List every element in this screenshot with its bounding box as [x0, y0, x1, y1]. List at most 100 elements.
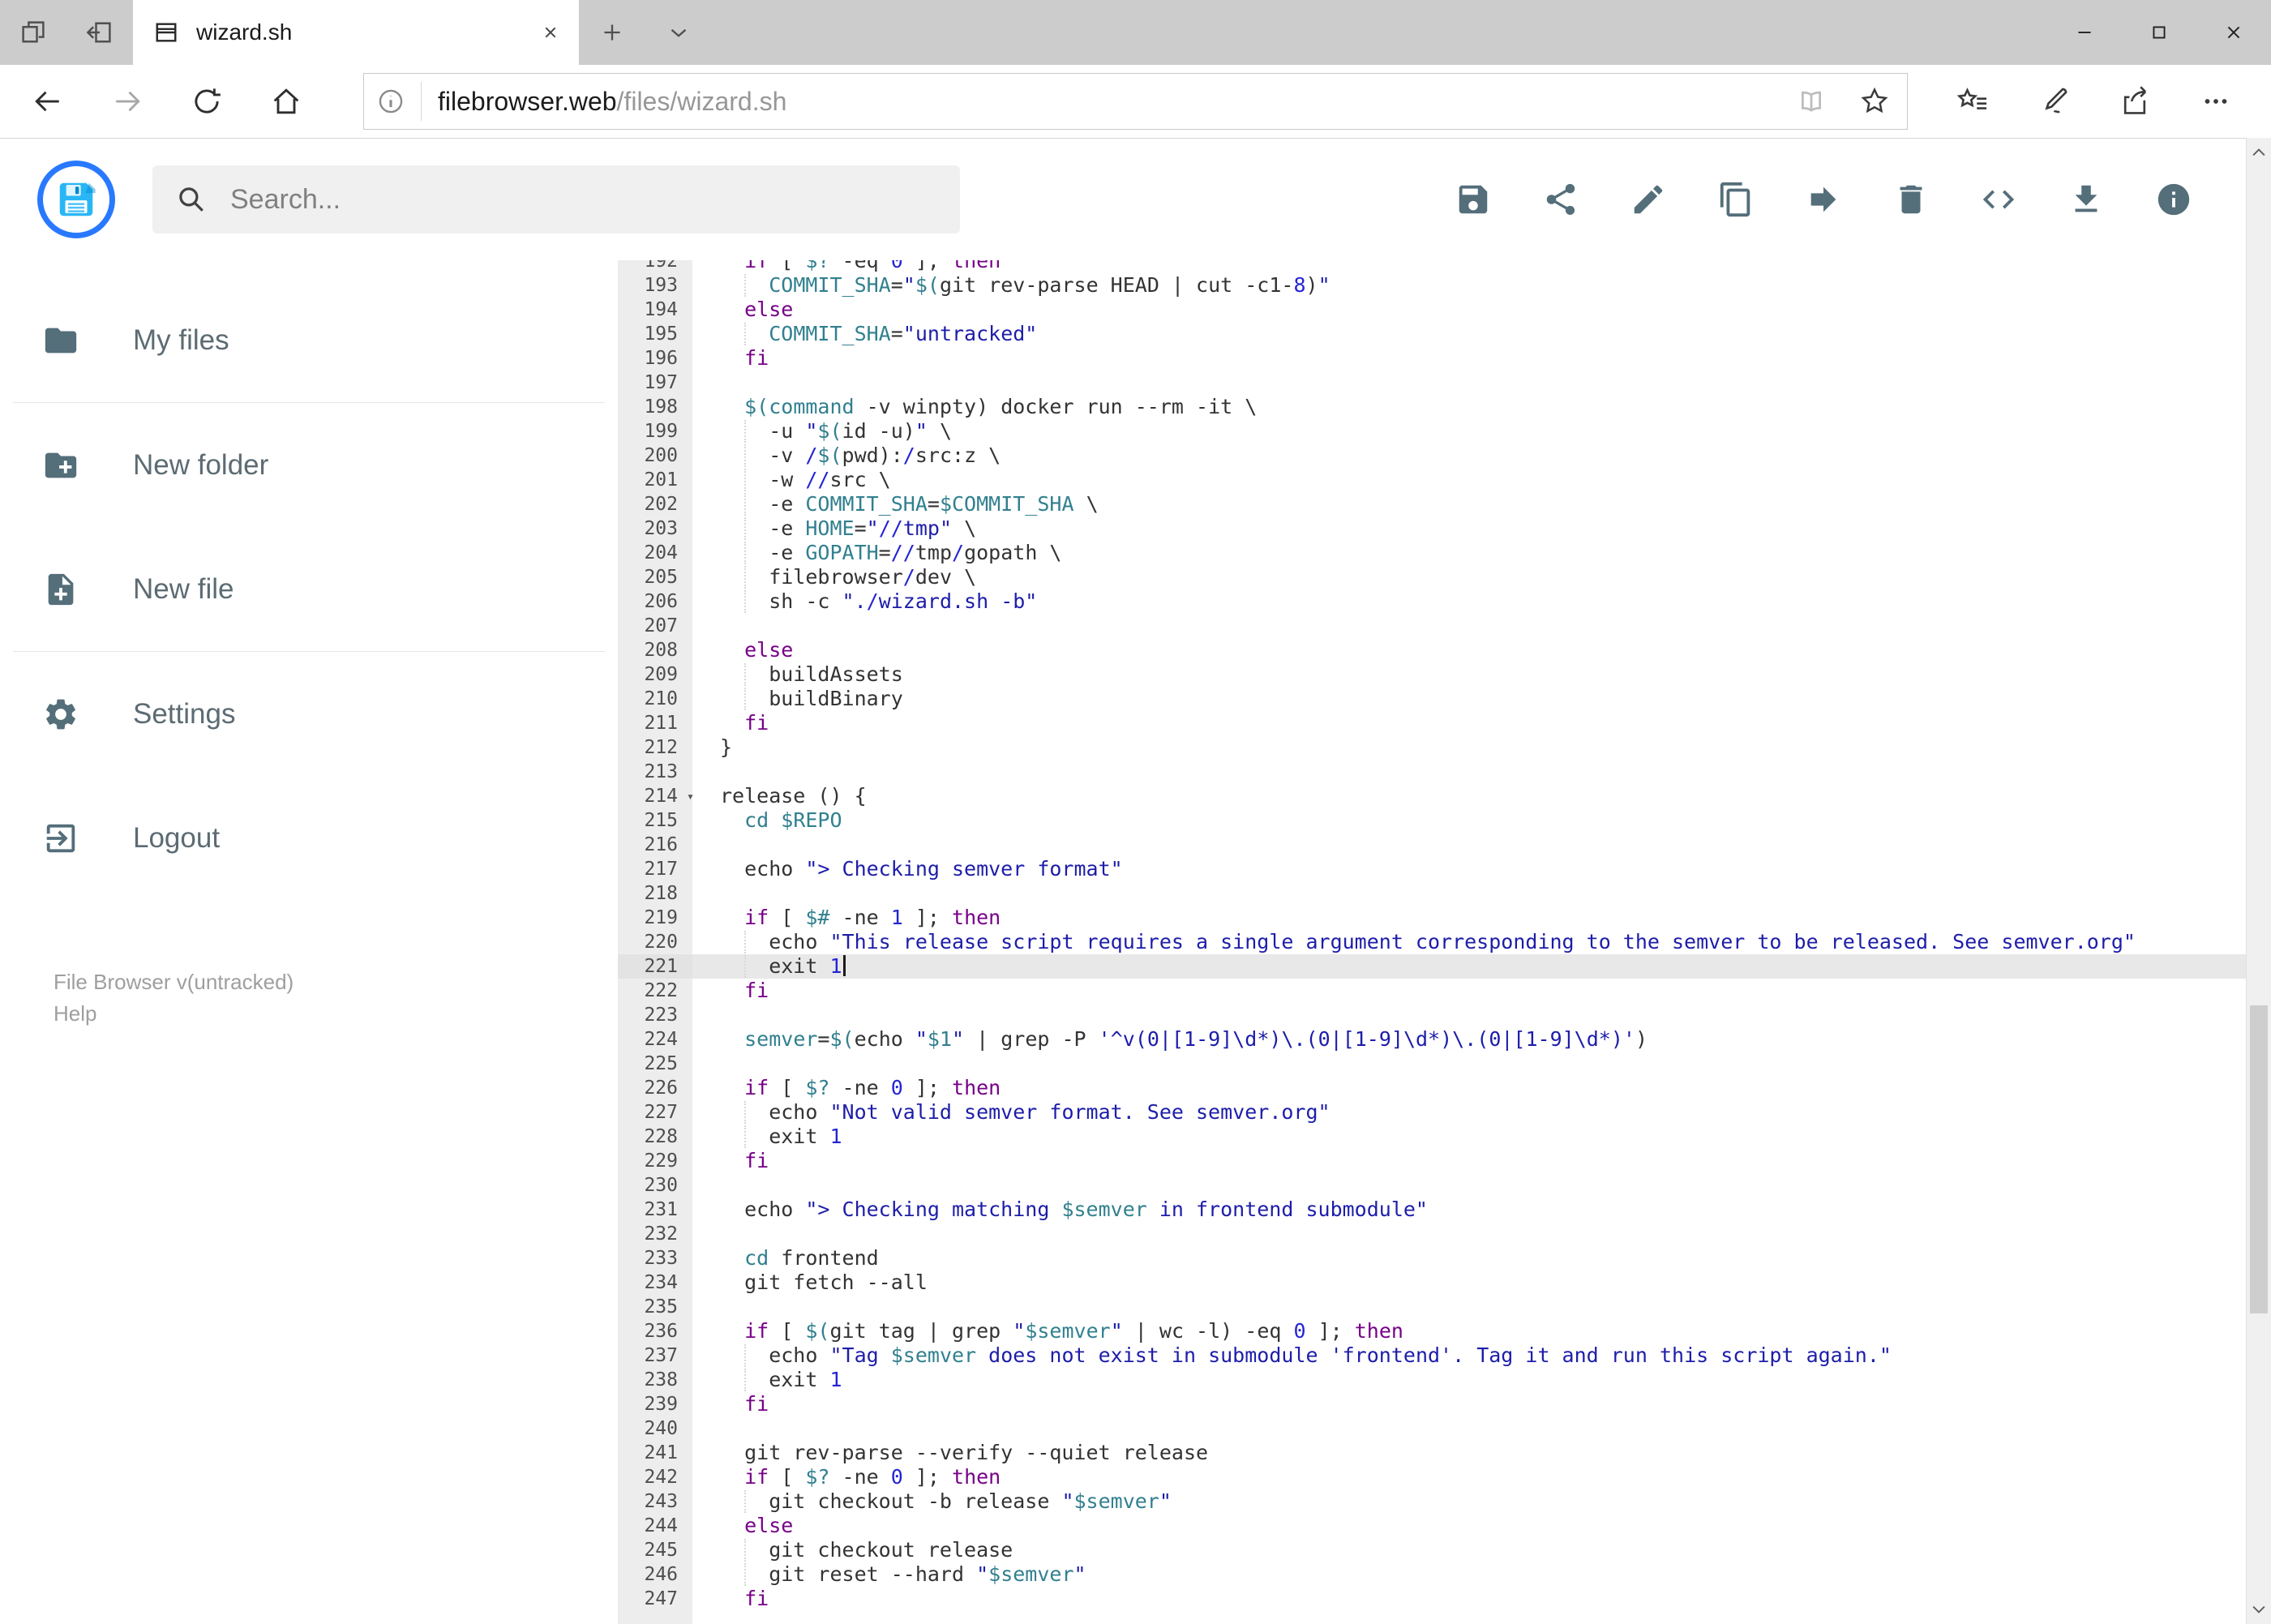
- rename-button[interactable]: [1630, 181, 1667, 218]
- sidebar-item-my-files[interactable]: My files: [0, 278, 618, 402]
- code-line[interactable]: [692, 614, 2246, 638]
- code-line[interactable]: sh -c "./wizard.sh -b": [692, 589, 2246, 614]
- hub-icon[interactable]: [1932, 69, 2013, 134]
- download-button[interactable]: [2067, 181, 2105, 218]
- help-link[interactable]: Help: [54, 998, 618, 1030]
- sidebar-item-logout[interactable]: Logout: [0, 776, 618, 900]
- code-line[interactable]: release () {: [692, 784, 2246, 808]
- share-button[interactable]: [1542, 181, 1579, 218]
- search-input[interactable]: [229, 182, 937, 216]
- filebrowser-logo[interactable]: [37, 161, 115, 238]
- maximize-icon[interactable]: [2122, 0, 2196, 65]
- code-line[interactable]: cd frontend: [692, 1246, 2246, 1270]
- code-line[interactable]: [692, 1173, 2246, 1198]
- web-notes-pen-icon[interactable]: [2013, 69, 2094, 134]
- address-bar[interactable]: filebrowser.web/files/wizard.sh: [363, 73, 1908, 130]
- reading-view-icon[interactable]: [1795, 85, 1828, 118]
- forward-icon[interactable]: [88, 69, 167, 134]
- scroll-down-icon[interactable]: [2247, 1595, 2271, 1624]
- close-icon[interactable]: [2196, 0, 2271, 65]
- code-line[interactable]: exit 1: [692, 954, 2246, 979]
- code-line[interactable]: -v /$(pwd):/src:z \: [692, 443, 2246, 468]
- new-tab-icon[interactable]: [579, 0, 645, 65]
- code-line[interactable]: fi: [692, 1392, 2246, 1416]
- code-line[interactable]: filebrowser/dev \: [692, 565, 2246, 589]
- code-line[interactable]: [692, 371, 2246, 395]
- code-line[interactable]: exit 1: [692, 1125, 2246, 1149]
- sidebar-item-new-file[interactable]: New file: [0, 527, 618, 651]
- code-line[interactable]: -e GOPATH=//tmp/gopath \: [692, 541, 2246, 565]
- info-button[interactable]: [2155, 181, 2192, 218]
- sidebar-item-settings[interactable]: Settings: [0, 652, 618, 776]
- code-line[interactable]: git fetch --all: [692, 1270, 2246, 1295]
- code-line[interactable]: if [ $? -ne 0 ]; then: [692, 1076, 2246, 1100]
- code-editor[interactable]: 192 193 194 195 196 197 198 199 200 201 202 203 204 2…: [618, 260, 2246, 1624]
- code-line[interactable]: [692, 1416, 2246, 1441]
- code-line[interactable]: -e HOME="//tmp" \: [692, 516, 2246, 541]
- tab-preview-icon[interactable]: [0, 0, 66, 65]
- url-text[interactable]: filebrowser.web/files/wizard.sh: [438, 87, 786, 117]
- code-line[interactable]: cd $REPO: [692, 808, 2246, 833]
- code-line[interactable]: if [ $? -ne 0 ]; then: [692, 1465, 2246, 1489]
- refresh-icon[interactable]: [167, 69, 246, 134]
- code-line[interactable]: git rev-parse --verify --quiet release: [692, 1441, 2246, 1465]
- code-line[interactable]: [692, 1003, 2246, 1027]
- code-line[interactable]: echo "> Checking semver format": [692, 857, 2246, 881]
- code-line[interactable]: $(command -v winpty) docker run --rm -it…: [692, 395, 2246, 419]
- code-line[interactable]: buildBinary: [692, 687, 2246, 711]
- code-line[interactable]: -u "$(id -u)" \: [692, 419, 2246, 443]
- copy-button[interactable]: [1717, 181, 1755, 218]
- code-line[interactable]: exit 1: [692, 1368, 2246, 1392]
- code-line[interactable]: else: [692, 1514, 2246, 1538]
- code-line[interactable]: -e COMMIT_SHA=$COMMIT_SHA \: [692, 492, 2246, 516]
- code-line[interactable]: if [ $(git tag | grep "$semver" | wc -l)…: [692, 1319, 2246, 1343]
- code-line[interactable]: [692, 1052, 2246, 1076]
- browser-tab[interactable]: wizard.sh: [133, 0, 579, 65]
- home-icon[interactable]: [246, 69, 326, 134]
- code-line[interactable]: echo "> Checking matching $semver in fro…: [692, 1198, 2246, 1222]
- tab-close-icon[interactable]: [540, 22, 561, 43]
- minimize-icon[interactable]: [2047, 0, 2122, 65]
- code-line[interactable]: [692, 881, 2246, 906]
- code-line[interactable]: fi: [692, 1587, 2246, 1611]
- code-line[interactable]: else: [692, 298, 2246, 322]
- code-line[interactable]: fi: [692, 979, 2246, 1003]
- code-line[interactable]: buildAssets: [692, 662, 2246, 687]
- code-line[interactable]: [692, 760, 2246, 784]
- code-line[interactable]: else: [692, 638, 2246, 662]
- code-line[interactable]: if [ $# -ne 1 ]; then: [692, 906, 2246, 930]
- editor-code[interactable]: if [ $? -eq 0 ]; then COMMIT_SHA="$(git …: [692, 260, 2246, 1611]
- search-box[interactable]: [152, 165, 960, 234]
- back-icon[interactable]: [8, 69, 88, 134]
- delete-button[interactable]: [1892, 181, 1930, 218]
- set-tabs-aside-icon[interactable]: [66, 0, 133, 65]
- code-line[interactable]: if [ $? -eq 0 ]; then: [692, 260, 2246, 273]
- favorite-star-icon[interactable]: [1858, 85, 1891, 118]
- code-line[interactable]: git reset --hard "$semver": [692, 1562, 2246, 1587]
- code-line[interactable]: COMMIT_SHA="untracked": [692, 322, 2246, 346]
- app-version[interactable]: File Browser v(untracked): [54, 966, 618, 998]
- save-button[interactable]: [1455, 181, 1492, 218]
- scrollbar-thumb[interactable]: [2250, 1005, 2268, 1313]
- code-line[interactable]: -w //src \: [692, 468, 2246, 492]
- code-line[interactable]: echo "Tag $semver does not exist in subm…: [692, 1343, 2246, 1368]
- code-line[interactable]: [692, 1295, 2246, 1319]
- code-line[interactable]: fi: [692, 1149, 2246, 1173]
- code-line[interactable]: [692, 1222, 2246, 1246]
- scroll-up-icon[interactable]: [2247, 138, 2271, 167]
- share-icon[interactable]: [2094, 69, 2175, 134]
- raw-viewer-button[interactable]: [1980, 181, 2017, 218]
- more-ellipsis-icon[interactable]: [2175, 69, 2256, 134]
- page-scrollbar[interactable]: [2246, 138, 2271, 1624]
- move-button[interactable]: [1805, 181, 1842, 218]
- code-line[interactable]: fi: [692, 711, 2246, 735]
- code-line[interactable]: semver=$(echo "$1" | grep -P '^v(0|[1-9]…: [692, 1027, 2246, 1052]
- tab-list-chevron-icon[interactable]: [645, 0, 712, 65]
- code-line[interactable]: [692, 833, 2246, 857]
- code-line[interactable]: echo "This release script requires a sin…: [692, 930, 2246, 954]
- code-line[interactable]: fi: [692, 346, 2246, 371]
- code-line[interactable]: COMMIT_SHA="$(git rev-parse HEAD | cut -…: [692, 273, 2246, 298]
- code-line[interactable]: git checkout -b release "$semver": [692, 1489, 2246, 1514]
- code-line[interactable]: echo "Not valid semver format. See semve…: [692, 1100, 2246, 1125]
- sidebar-item-new-folder[interactable]: New folder: [0, 403, 618, 527]
